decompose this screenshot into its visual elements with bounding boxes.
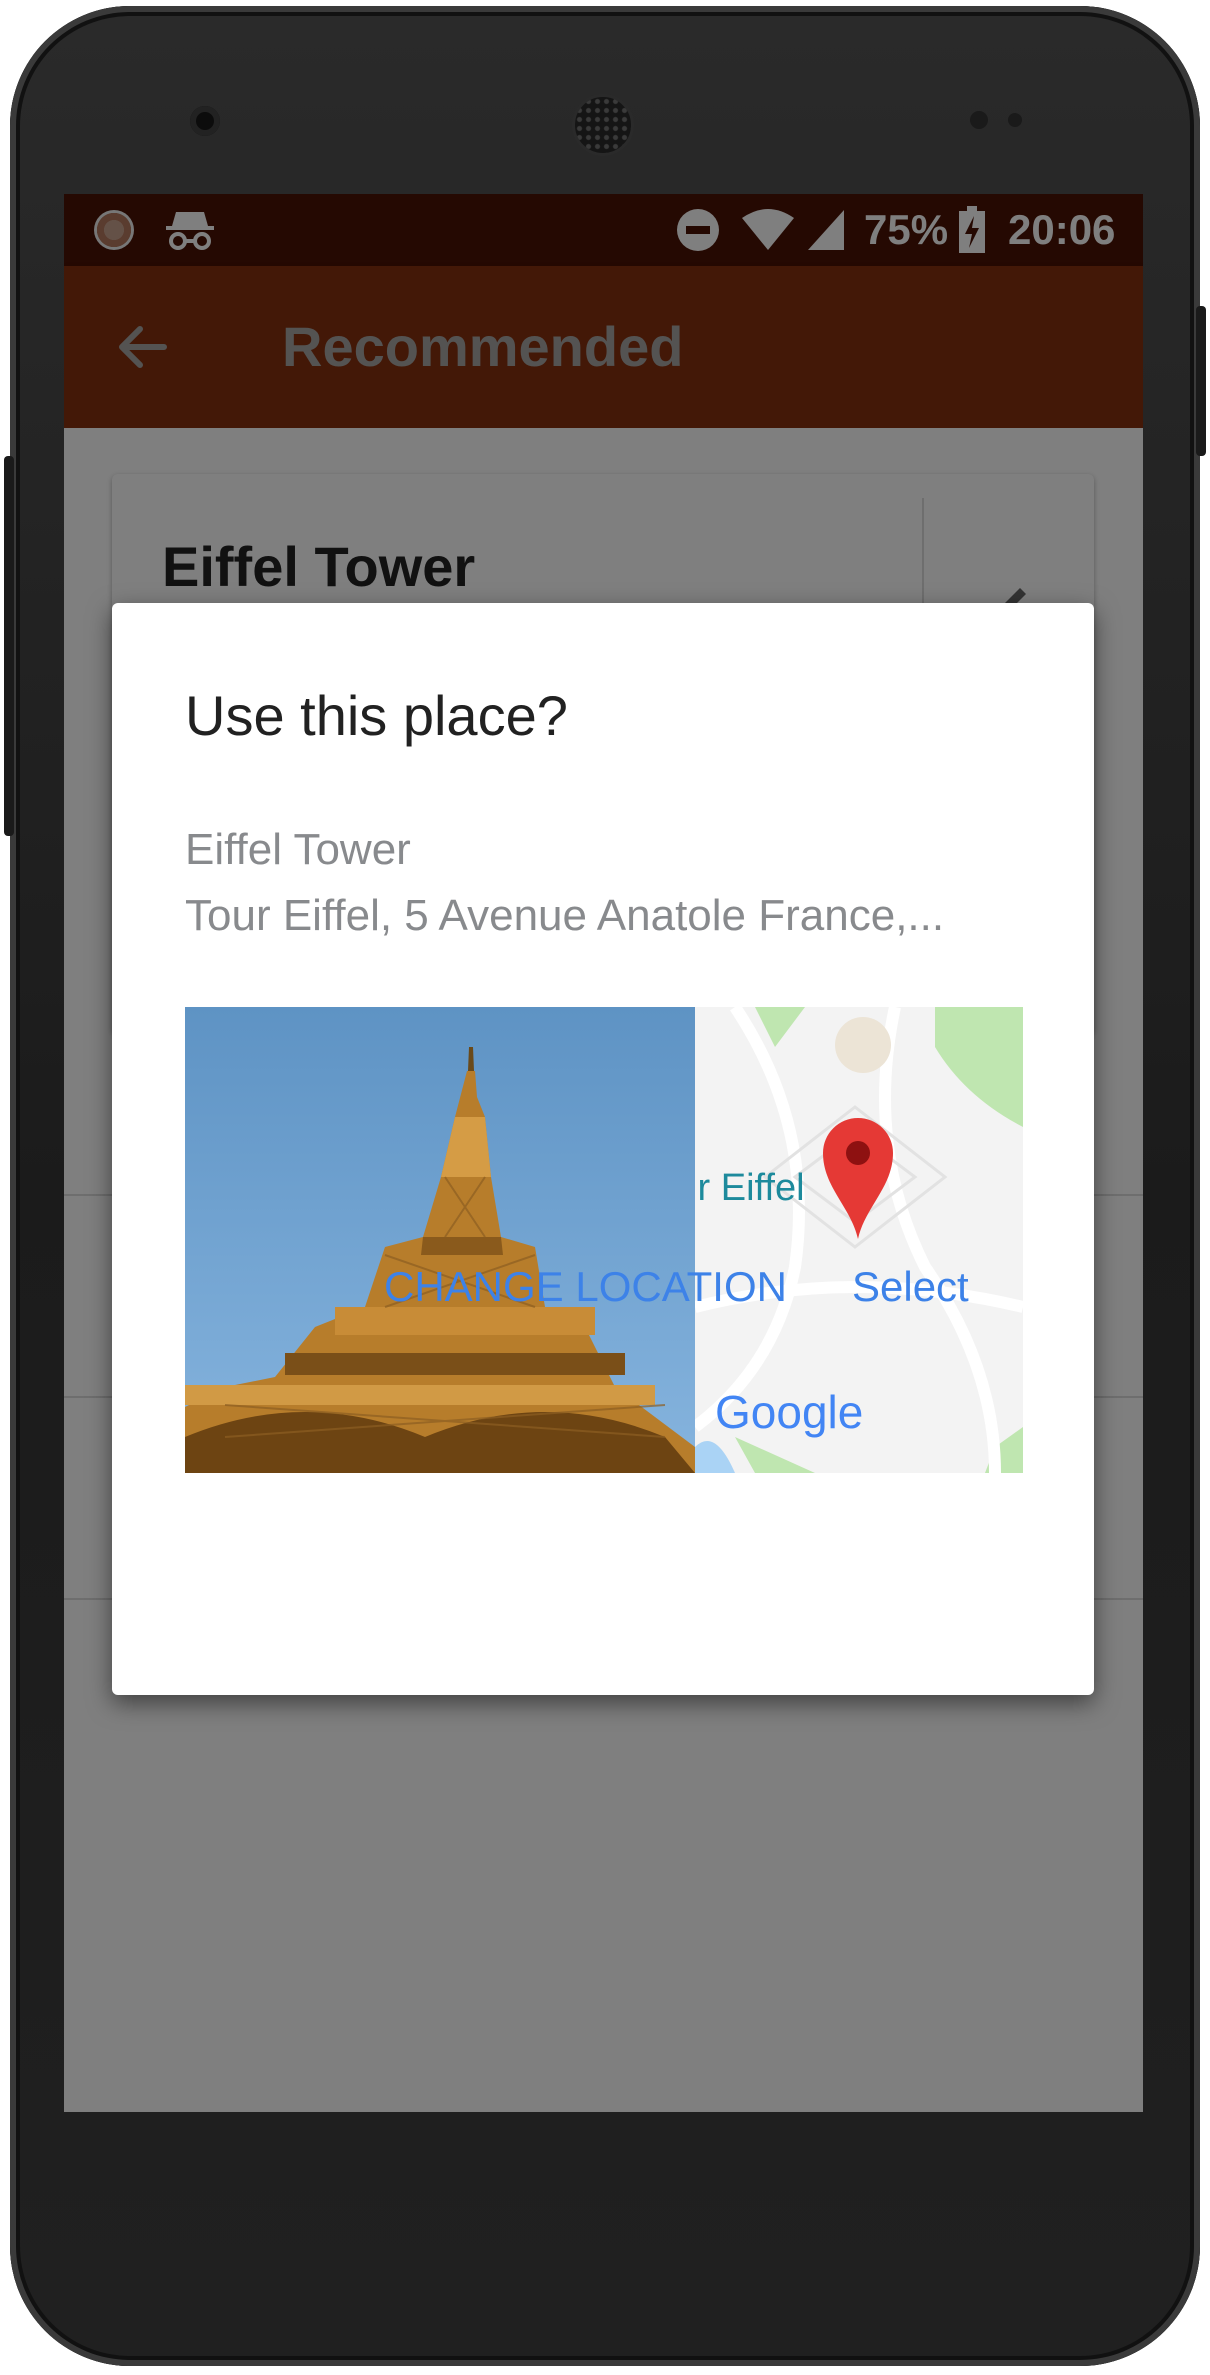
device-screen: 75% 20:06 Recommended Eiffel Tower [64, 194, 1143, 2112]
volume-button [4, 456, 14, 836]
place-photo [185, 1007, 695, 1473]
power-button [1196, 306, 1206, 456]
map-place-label: ır Eiffel [695, 1167, 805, 1209]
change-location-button[interactable]: CHANGE LOCATION [384, 1263, 787, 1311]
select-button[interactable]: Select [852, 1263, 969, 1311]
proximity-sensor [970, 111, 988, 129]
light-sensor [1008, 113, 1022, 127]
dialog-title: Use this place? [185, 684, 568, 747]
google-logo: Google [715, 1386, 864, 1438]
map-preview[interactable]: ır Eiffel Google [695, 1007, 1023, 1473]
front-camera [190, 106, 220, 136]
map-pin-icon [821, 1117, 895, 1246]
place-name: Eiffel Tower [185, 825, 411, 874]
place-address: Tour Eiffel, 5 Avenue Anatole France,... [185, 891, 945, 940]
use-place-dialog: Use this place? Eiffel Tower Tour Eiffel… [112, 603, 1094, 1695]
earpiece-speaker [572, 94, 634, 156]
